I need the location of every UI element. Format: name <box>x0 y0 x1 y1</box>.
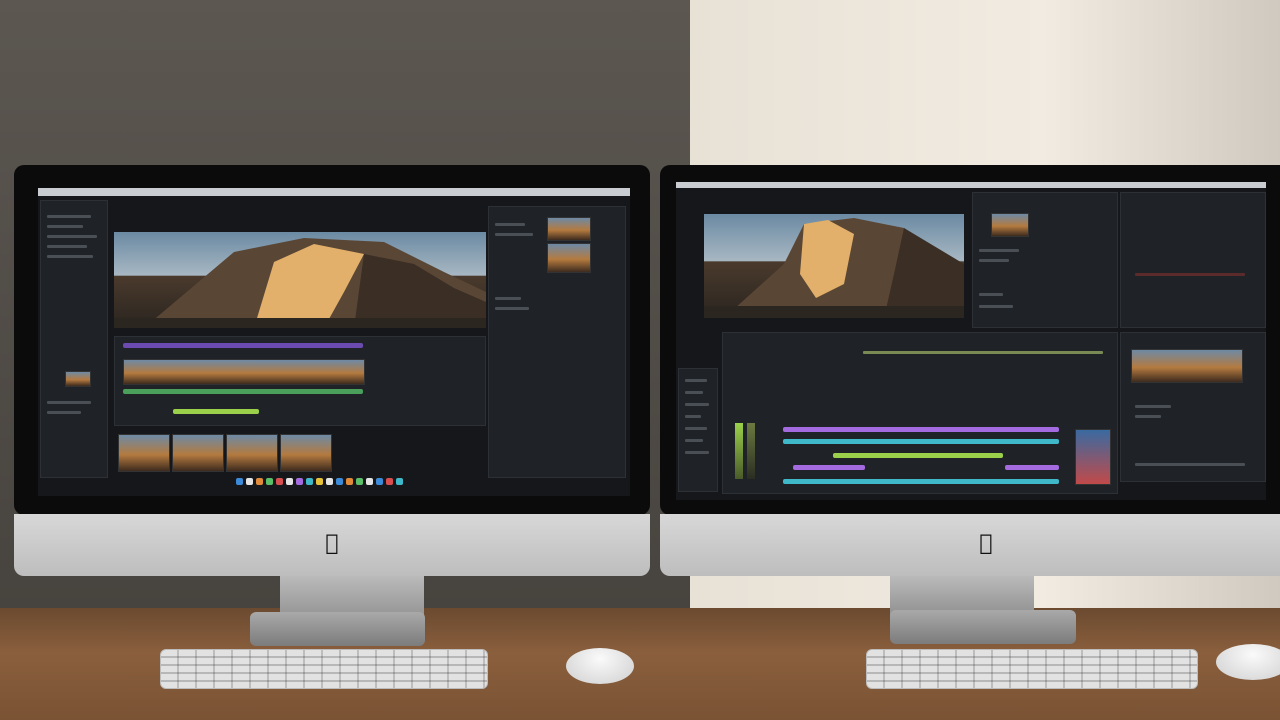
apple-logo-icon:  <box>320 532 344 556</box>
right-monitor-foot <box>890 610 1076 644</box>
timeline-clip-purple[interactable] <box>793 465 865 470</box>
timeline-clip-teal[interactable] <box>783 439 1059 444</box>
dock[interactable] <box>236 478 403 485</box>
left-keyboard <box>160 649 488 689</box>
mountain-image <box>704 218 964 318</box>
right-menubar[interactable] <box>676 182 1266 188</box>
filmstrip-thumb[interactable] <box>280 434 332 472</box>
left-browser-panel[interactable] <box>40 200 108 478</box>
right-timeline-panel[interactable] <box>722 332 1118 494</box>
right-video-viewer[interactable] <box>704 214 964 318</box>
left-menubar[interactable] <box>38 188 630 196</box>
timeline-clip-teal[interactable] <box>783 479 1059 484</box>
left-inspector-panel[interactable] <box>488 206 626 478</box>
color-scope-thumb <box>1075 429 1111 485</box>
left-video-viewer[interactable] <box>114 232 486 328</box>
filmstrip-thumb[interactable] <box>118 434 170 472</box>
right-project-list[interactable] <box>678 368 718 492</box>
right-scopes-panel[interactable] <box>1120 192 1266 328</box>
timeline-clip-purple[interactable] <box>783 427 1059 432</box>
audio-meter <box>747 423 755 479</box>
mouse <box>1216 644 1280 680</box>
right-keyboard <box>866 649 1198 689</box>
mountain-image <box>114 238 486 328</box>
right-effects-panel[interactable] <box>972 192 1118 328</box>
filmstrip-thumb[interactable] <box>226 434 278 472</box>
mouse <box>566 648 634 684</box>
left-timeline-panel[interactable] <box>114 336 486 426</box>
right-editor-screen <box>676 182 1266 500</box>
apple-logo-icon:  <box>974 532 998 556</box>
audio-meter <box>735 423 743 479</box>
filmstrip-thumb[interactable] <box>172 434 224 472</box>
right-monitor-chin <box>660 514 1280 576</box>
timeline-clip-purple[interactable] <box>1005 465 1059 470</box>
left-editor-screen <box>38 188 630 496</box>
right-audio-panel[interactable] <box>1120 332 1266 482</box>
timeline-clip-green[interactable] <box>833 453 1003 458</box>
left-monitor-foot <box>250 612 425 646</box>
